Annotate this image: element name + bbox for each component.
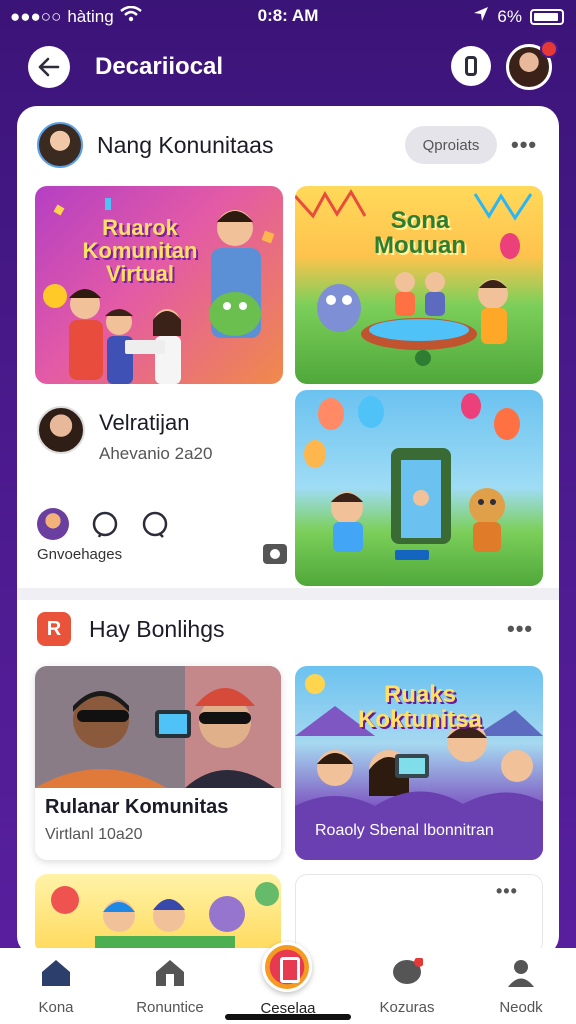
nav-community[interactable]: Ronuntice: [115, 958, 225, 1016]
chat-icon: [393, 957, 424, 984]
post-actions: [37, 508, 169, 540]
tile-banner-text: Ruarok Komunitan Virtual: [82, 215, 198, 287]
community-icon: [156, 960, 184, 986]
notification-badge: [540, 40, 558, 58]
create-button-icon[interactable]: [262, 942, 312, 992]
status-right: 6%: [473, 6, 564, 27]
tile-celebration[interactable]: [295, 390, 543, 586]
section-divider: [17, 588, 559, 600]
more-options-icon[interactable]: •••: [507, 616, 533, 642]
battery-percent: 6%: [497, 6, 522, 26]
vr-people-photo: [35, 666, 281, 788]
section-title: Hay Bonlihgs: [89, 616, 225, 642]
home-indicator[interactable]: [225, 1014, 351, 1020]
home-icon: [42, 960, 70, 986]
member-avatar[interactable]: [37, 508, 69, 540]
nav-label: Neodk: [499, 999, 543, 1016]
post-title: Velratijan: [99, 410, 190, 435]
status-bar: ●●●○○ hàting 0:8: AM 6%: [0, 0, 576, 34]
nav-label: Kozuras: [379, 999, 435, 1016]
messages-label[interactable]: Gnvoehages: [37, 546, 122, 563]
nav-label: Kona: [38, 999, 74, 1016]
location-icon: [473, 6, 489, 27]
section-title: Nang Konunitaas: [97, 132, 274, 158]
content-card: Nang Konunitaas Qproiats ••• Ruarok Komu…: [17, 106, 559, 956]
comment-icon[interactable]: [141, 510, 169, 538]
card-banner-text: Ruaks Koktunitsa: [357, 681, 482, 734]
card-virtual-event[interactable]: Rulanar Komunitas Virtlanl 10a20: [35, 666, 281, 860]
user-avatar[interactable]: [37, 122, 83, 168]
bottom-navigation: Kona Ronuntice Ceselaa Kozuras Neodk: [0, 942, 576, 1024]
nav-home[interactable]: Kona: [1, 958, 111, 1016]
back-button[interactable]: [28, 46, 70, 88]
tile-empty-card[interactable]: •••: [295, 874, 543, 954]
tile-kids-characters[interactable]: [35, 874, 281, 954]
nav-messages[interactable]: Kozuras: [352, 957, 462, 1016]
tile-banner-text: Sona Mouuan: [374, 207, 466, 260]
community-section-header: Nang Konunitaas Qproiats •••: [17, 106, 559, 168]
search-pill[interactable]: Qproiats: [405, 126, 497, 164]
tile-virtual-community[interactable]: Ruarok Komunitan Virtual: [35, 186, 283, 384]
app-header: Decariiocal: [0, 40, 576, 98]
nav-profile[interactable]: Neodk: [466, 958, 576, 1016]
card-title: Rulanar Komunitas: [45, 796, 229, 818]
card-community-banner[interactable]: Ruaks Koktunitsa Roaoly Sbenal lbonnitra…: [295, 666, 543, 860]
device-button[interactable]: [451, 46, 491, 86]
card-subtitle: Virtlanl 10a20: [45, 826, 143, 843]
camera-icon[interactable]: [263, 544, 287, 564]
more-options-icon[interactable]: •••: [511, 132, 537, 158]
nav-label: Ronuntice: [136, 999, 204, 1016]
heart-icon[interactable]: [91, 510, 119, 538]
post-panel: Velratijan Ahevanio 2a20 Gnvoehages: [35, 396, 287, 586]
user-icon: [508, 960, 534, 987]
battery-icon: [530, 8, 564, 25]
card-title: Roaoly Sbenal lbonnitran: [315, 822, 494, 839]
arrow-left-icon: [38, 57, 60, 77]
post-author-avatar[interactable]: [37, 406, 85, 454]
post-subtitle: Ahevanio 2a20: [99, 444, 213, 463]
section-logo-icon: R: [37, 612, 71, 646]
tile-sona-mouuan[interactable]: Sona Mouuan: [295, 186, 543, 384]
celebration-illustration: [304, 393, 520, 560]
page-title: Decariiocal: [95, 53, 224, 80]
kids-characters-illustration: [51, 882, 279, 954]
phone-icon: [465, 56, 477, 76]
more-options-icon[interactable]: •••: [496, 881, 518, 902]
